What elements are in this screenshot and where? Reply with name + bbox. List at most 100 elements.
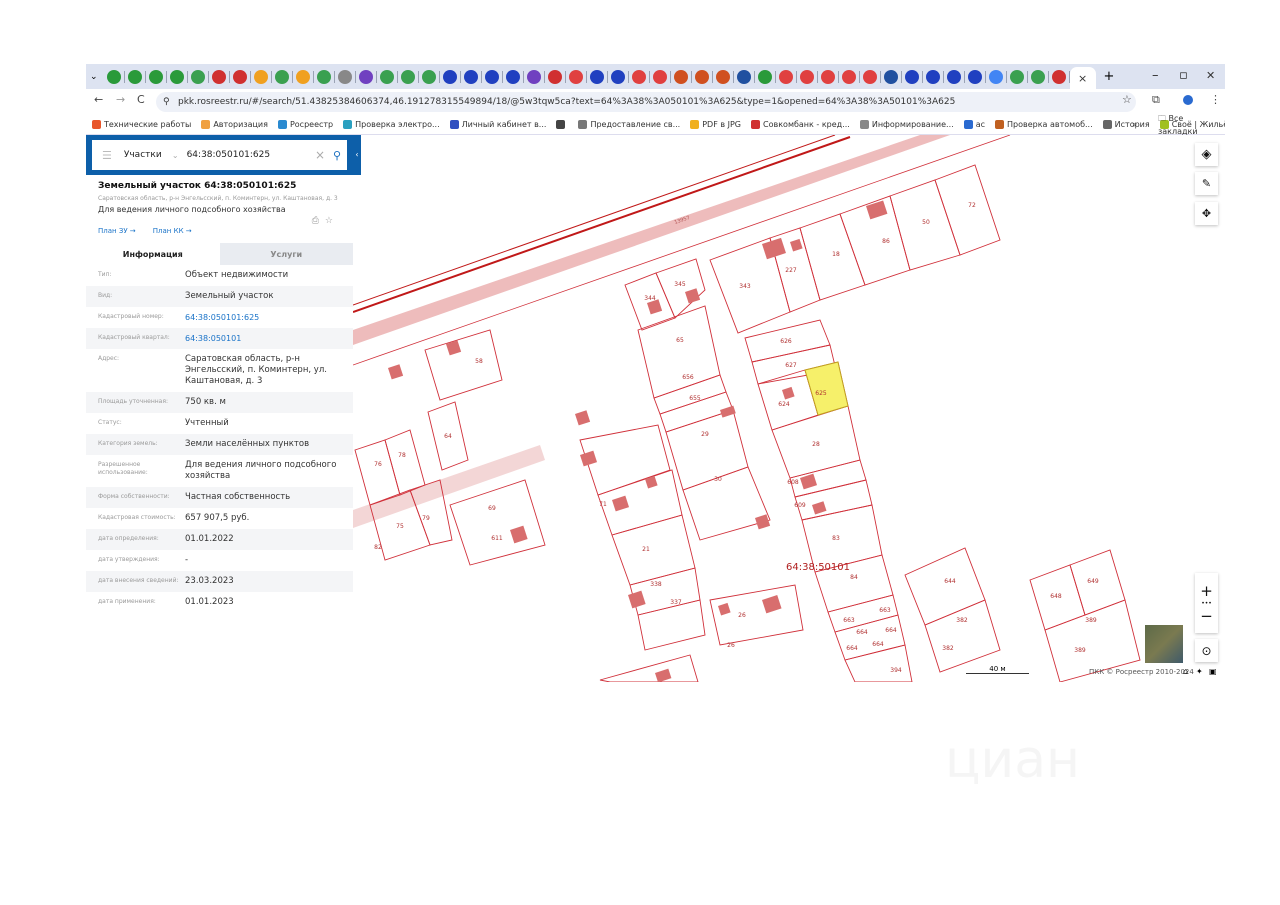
- bookmarks-more[interactable]: »: [1132, 120, 1137, 129]
- tab-favicon-red[interactable]: [820, 69, 835, 84]
- satellite-basemap-thumbnail[interactable]: [1145, 625, 1183, 663]
- tab-favicon-red[interactable]: [778, 69, 793, 84]
- tab-favicon-blue[interactable]: [442, 69, 457, 84]
- tab-favicon-blue[interactable]: [589, 69, 604, 84]
- minimize-button[interactable]: –: [1152, 68, 1159, 83]
- search-mode-select[interactable]: Участки: [124, 150, 172, 160]
- menu-icon[interactable]: ☰: [102, 149, 112, 162]
- active-tab[interactable]: ×: [1069, 67, 1096, 89]
- site-settings-icon[interactable]: ⚲: [163, 92, 170, 112]
- tab-favicon-gray[interactable]: [337, 69, 352, 84]
- zoom-in-button[interactable]: +: [1200, 582, 1213, 600]
- bookmark-item[interactable]: Технические работы: [92, 119, 191, 129]
- bookmark-item[interactable]: Личный кабинет в...: [449, 119, 546, 129]
- new-tab-button[interactable]: +: [1104, 69, 1115, 84]
- tab-favicon-flag[interactable]: [211, 69, 226, 84]
- tab-favicon-globe[interactable]: [736, 69, 751, 84]
- info-value[interactable]: 64:38:050101: [185, 333, 353, 344]
- tab-favicon-check[interactable]: [190, 69, 205, 84]
- forward-icon[interactable]: →: [116, 93, 125, 106]
- bookmark-item[interactable]: История: [1102, 119, 1150, 129]
- tab-favicon-check[interactable]: [274, 69, 289, 84]
- tab-favicon-blue[interactable]: [505, 69, 520, 84]
- tab-favicon-stripe[interactable]: [694, 69, 709, 84]
- tab-favicon-ring[interactable]: [358, 69, 373, 84]
- close-tab-icon[interactable]: ×: [1078, 72, 1087, 85]
- search-input[interactable]: 64:38:050101:625: [187, 150, 271, 160]
- tab-favicon-blue[interactable]: [925, 69, 940, 84]
- tab-favicon-check[interactable]: [1030, 69, 1045, 84]
- bookmark-star-icon[interactable]: ☆: [1122, 93, 1132, 106]
- tab-favicon-google[interactable]: [988, 69, 1003, 84]
- tab-favicon-check[interactable]: [379, 69, 394, 84]
- collapse-sidebar-button[interactable]: ‹: [353, 135, 361, 175]
- profile-icon[interactable]: [1183, 95, 1193, 105]
- tab-favicon-blue[interactable]: [946, 69, 961, 84]
- back-icon[interactable]: ←: [94, 93, 103, 106]
- tab-favicon-blue[interactable]: [484, 69, 499, 84]
- reload-icon[interactable]: C: [137, 93, 145, 106]
- restore-button[interactable]: ▫: [1179, 68, 1188, 83]
- tab-favicon-red[interactable]: [631, 69, 646, 84]
- plan-zu-link[interactable]: План ЗУ →: [98, 227, 136, 235]
- tab-favicon-check[interactable]: [1009, 69, 1024, 84]
- tab-favicon-check[interactable]: [421, 69, 436, 84]
- home-icon[interactable]: ⌂: [1183, 667, 1188, 676]
- bookmark-item[interactable]: [556, 119, 568, 129]
- tab-favicon-dots[interactable]: [295, 69, 310, 84]
- locate-button[interactable]: ✥: [1195, 202, 1218, 225]
- tab-favicon-globe[interactable]: [883, 69, 898, 84]
- tab-favicon-red[interactable]: [568, 69, 583, 84]
- layers-button[interactable]: ◈: [1195, 143, 1218, 166]
- bookmark-item[interactable]: Информирование...: [859, 119, 954, 129]
- cadastral-map[interactable]: 626 627 624 625 28 656 655 65 29 30 343 227 18 86 50 72…: [352, 134, 1225, 682]
- tab-favicon-stripe[interactable]: [715, 69, 730, 84]
- bookmark-item[interactable]: PDF в JPG: [690, 119, 741, 129]
- tab-favicon-green[interactable]: [757, 69, 772, 84]
- bookmark-item[interactable]: Проверка автомоб...: [995, 119, 1093, 129]
- compass-button[interactable]: ⊙: [1195, 639, 1218, 662]
- tab-favicon-green[interactable]: [106, 69, 121, 84]
- tab-search-button[interactable]: ⌄: [90, 72, 98, 82]
- tab-favicon-check[interactable]: [316, 69, 331, 84]
- fullscreen-icon[interactable]: ▣: [1209, 667, 1217, 676]
- search-icon[interactable]: ⚲: [333, 149, 341, 162]
- tab-favicon-stripe[interactable]: [673, 69, 688, 84]
- bookmark-item[interactable]: Предоставление св...: [578, 119, 680, 129]
- tab-favicon-blue[interactable]: [463, 69, 478, 84]
- tab-favicon-green[interactable]: [148, 69, 163, 84]
- tab-favicon-blue[interactable]: [967, 69, 982, 84]
- chevron-down-icon[interactable]: ⌄: [172, 151, 179, 160]
- bookmark-item[interactable]: ас: [963, 119, 985, 129]
- tab-favicon-blue[interactable]: [904, 69, 919, 84]
- tab-favicon-flag[interactable]: [232, 69, 247, 84]
- bookmark-item[interactable]: Совкомбанк - кред...: [751, 119, 850, 129]
- extensions-icon[interactable]: ⧉: [1152, 93, 1160, 107]
- tab-favicon-blue[interactable]: [610, 69, 625, 84]
- tab-information[interactable]: Информация: [86, 243, 220, 265]
- tab-favicon-flag[interactable]: [1051, 69, 1066, 84]
- clear-icon[interactable]: ×: [315, 148, 325, 162]
- info-value[interactable]: 64:38:050101:625: [185, 312, 353, 323]
- zoom-more-button[interactable]: •••: [1201, 600, 1212, 607]
- tab-favicon-red[interactable]: [652, 69, 667, 84]
- tab-services[interactable]: Услуги: [219, 243, 353, 265]
- bookmark-item[interactable]: Проверка электро...: [343, 119, 440, 129]
- all-bookmarks[interactable]: 🗀 Все закладки: [1158, 113, 1225, 136]
- zoom-out-button[interactable]: −: [1200, 607, 1213, 625]
- print-icon[interactable]: ⎙: [312, 216, 319, 226]
- tab-favicon-flag[interactable]: [547, 69, 562, 84]
- url-field[interactable]: ⚲ pkk.rosreestr.ru/#/search/51.4382538460…: [156, 92, 1136, 112]
- crosshair-icon[interactable]: ✦: [1196, 667, 1203, 676]
- tab-favicon-red[interactable]: [841, 69, 856, 84]
- tab-favicon-green[interactable]: [169, 69, 184, 84]
- map-canvas[interactable]: 626 627 624 625 28 656 655 65 29 30 343 227 18 86 50 72…: [352, 134, 1225, 682]
- bookmark-item[interactable]: Авторизация: [201, 119, 268, 129]
- tab-favicon-check[interactable]: [400, 69, 415, 84]
- tab-favicon-green[interactable]: [127, 69, 142, 84]
- ruler-button[interactable]: ✎: [1195, 172, 1218, 195]
- bookmark-item[interactable]: Росреестр: [277, 119, 333, 129]
- plan-kk-link[interactable]: План КК →: [153, 227, 192, 235]
- tab-favicon-dots[interactable]: [253, 69, 268, 84]
- tab-favicon-ring[interactable]: [526, 69, 541, 84]
